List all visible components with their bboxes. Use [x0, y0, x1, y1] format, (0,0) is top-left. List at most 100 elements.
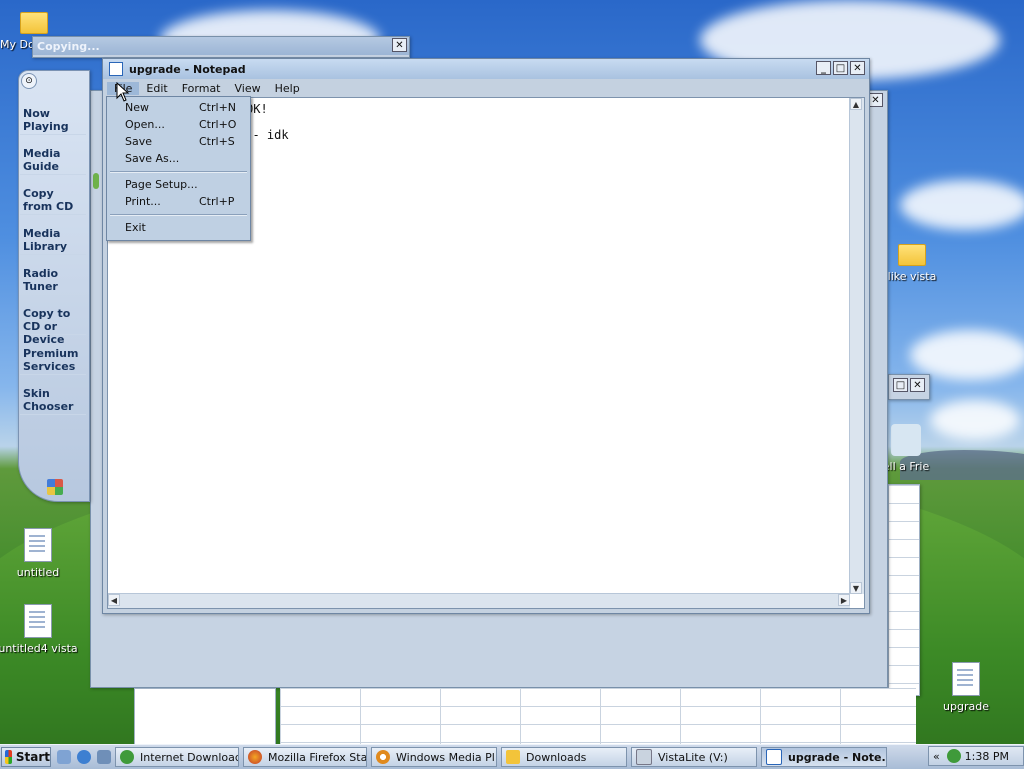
- media-player-icon: [376, 750, 390, 764]
- menu-view[interactable]: View: [228, 82, 268, 95]
- menu-item-label: Print...: [125, 194, 161, 208]
- task-upgrade-notepad[interactable]: upgrade - Note...: [761, 747, 887, 767]
- menu-item-page-setup[interactable]: Page Setup...: [125, 176, 242, 192]
- wmp-nav-radio-tuner[interactable]: Radio Tuner: [20, 263, 86, 295]
- menu-item-label: Exit: [125, 220, 146, 234]
- scroll-left-arrow-icon[interactable]: ◀: [108, 594, 120, 606]
- task-mozilla-firefox[interactable]: Mozilla Firefox Star...: [243, 747, 367, 767]
- desktop-icon-untitled4-vista[interactable]: untitled4 vista: [0, 604, 78, 655]
- menu-item-save[interactable]: Save Ctrl+S: [125, 133, 242, 149]
- task-label: Downloads: [526, 750, 587, 764]
- menu-item-label: Save As...: [125, 151, 180, 165]
- desktop-icon-label: like vista: [887, 270, 937, 283]
- start-label: Start: [15, 750, 50, 764]
- wmp-nav-media-guide[interactable]: Media Guide: [20, 143, 86, 175]
- paint-file-icon: [24, 528, 52, 562]
- horizontal-scrollbar[interactable]: ◀ ▶: [108, 593, 850, 608]
- menu-edit[interactable]: Edit: [139, 82, 174, 95]
- wmp-nav-premium-services[interactable]: Premium Services: [20, 343, 86, 375]
- background-pane: [134, 688, 276, 746]
- media-player-menu-icon[interactable]: ⊙: [21, 73, 37, 89]
- wmp-nav-copy-from-cd[interactable]: Copy from CD: [20, 183, 86, 215]
- menu-item-label: Save: [125, 134, 153, 148]
- task-label: Windows Media Pl...: [396, 750, 497, 764]
- desktop-icon-upgrade[interactable]: upgrade: [926, 662, 1006, 713]
- maximize-button[interactable]: □: [833, 61, 848, 75]
- menu-bar: File Edit Format View Help: [107, 79, 865, 97]
- desktop-icon-label: untitled: [16, 566, 60, 579]
- window-title: Copying...: [37, 39, 100, 53]
- menu-item-shortcut: Ctrl+P: [199, 194, 235, 208]
- notepad-titlebar[interactable]: upgrade - Notepad _ □ ✕: [103, 59, 869, 79]
- windows-logo-icon: [47, 479, 63, 495]
- desktop-icon-label: My Do: [0, 38, 35, 51]
- internet-explorer-icon[interactable]: [77, 750, 91, 764]
- close-button[interactable]: ✕: [868, 93, 883, 107]
- menu-item-new[interactable]: New Ctrl+N: [125, 99, 242, 115]
- menu-item-exit[interactable]: Exit: [125, 219, 242, 235]
- show-desktop-icon[interactable]: [57, 750, 71, 764]
- task-label: Mozilla Firefox Star...: [268, 750, 367, 764]
- menu-item-label: New: [125, 100, 149, 114]
- start-button[interactable]: Start: [1, 747, 51, 767]
- close-button[interactable]: ✕: [910, 378, 925, 392]
- notepad-icon: [109, 62, 123, 76]
- menu-format[interactable]: Format: [175, 82, 228, 95]
- menu-item-open[interactable]: Open... Ctrl+O: [125, 116, 242, 132]
- quicklaunch-app-icon[interactable]: [97, 750, 111, 764]
- network-icon[interactable]: [947, 749, 961, 763]
- notepad-icon: [766, 749, 782, 765]
- background-window-right[interactable]: □ ✕: [888, 374, 930, 400]
- menu-item-label: Page Setup...: [125, 177, 198, 191]
- wmp-nav-copy-to-cd[interactable]: Copy to CD or Device: [20, 303, 86, 346]
- task-label: upgrade - Note...: [788, 750, 887, 764]
- drive-icon: [636, 749, 652, 765]
- task-vistalite-drive[interactable]: VistaLite (V:): [631, 747, 757, 767]
- folder-icon: [898, 244, 926, 266]
- task-windows-media-player[interactable]: Windows Media Pl...: [371, 747, 497, 767]
- cloud: [930, 400, 1020, 440]
- task-internet-download[interactable]: Internet Download ...: [115, 747, 239, 767]
- clock[interactable]: 1:38 PM: [965, 750, 1009, 763]
- text-line-1: OK!: [246, 102, 268, 116]
- globe-icon: [120, 750, 134, 764]
- menu-item-shortcut: Ctrl+S: [199, 134, 235, 148]
- windows-flag-icon: [5, 750, 12, 764]
- window-title: upgrade - Notepad: [129, 62, 246, 76]
- task-label: VistaLite (V:): [658, 750, 728, 764]
- window-titlebar[interactable]: Copying... ✕: [33, 37, 409, 55]
- menu-item-shortcut: Ctrl+N: [199, 100, 237, 114]
- desktop-icon-untitled[interactable]: untitled: [0, 528, 78, 579]
- menu-item-shortcut: Ctrl+O: [199, 117, 237, 131]
- mouse-cursor-icon: [116, 82, 130, 102]
- close-button[interactable]: ✕: [850, 61, 865, 75]
- wmp-nav-now-playing[interactable]: Now Playing: [20, 103, 86, 135]
- scroll-up-arrow-icon[interactable]: ▲: [850, 98, 862, 110]
- phone-icon: [891, 424, 921, 456]
- scroll-right-arrow-icon[interactable]: ▶: [838, 594, 850, 606]
- tray-expand-chevron-icon[interactable]: «: [933, 750, 940, 763]
- green-icon: [93, 173, 99, 189]
- maximize-button[interactable]: □: [893, 378, 908, 392]
- window-controls: _ □ ✕: [814, 61, 865, 75]
- menu-item-save-as[interactable]: Save As...: [125, 150, 242, 166]
- taskbar: Start Internet Download ... Mozilla Fire…: [0, 744, 1024, 769]
- vertical-scrollbar[interactable]: ▲ ▼: [849, 98, 864, 594]
- desktop-icon-label: untitled4 vista: [0, 642, 78, 655]
- menu-separator: [110, 214, 247, 216]
- menu-item-print[interactable]: Print... Ctrl+P: [125, 193, 242, 209]
- firefox-icon: [248, 750, 262, 764]
- copying-window[interactable]: Copying... ✕: [32, 36, 410, 58]
- menu-help[interactable]: Help: [268, 82, 307, 95]
- scroll-down-arrow-icon[interactable]: ▼: [850, 582, 862, 594]
- wmp-nav-skin-chooser[interactable]: Skin Chooser: [20, 383, 86, 415]
- folder-icon: [20, 12, 48, 34]
- wmp-nav-media-library[interactable]: Media Library: [20, 223, 86, 255]
- file-menu-dropdown: New Ctrl+N Open... Ctrl+O Save Ctrl+S Save …: [106, 96, 251, 241]
- close-button[interactable]: ✕: [392, 38, 407, 52]
- desktop-icon-label: ell a Frie: [882, 460, 930, 473]
- background-grid: [280, 688, 916, 744]
- task-downloads[interactable]: Downloads: [501, 747, 627, 767]
- cloud: [910, 330, 1024, 380]
- minimize-button[interactable]: _: [816, 61, 831, 75]
